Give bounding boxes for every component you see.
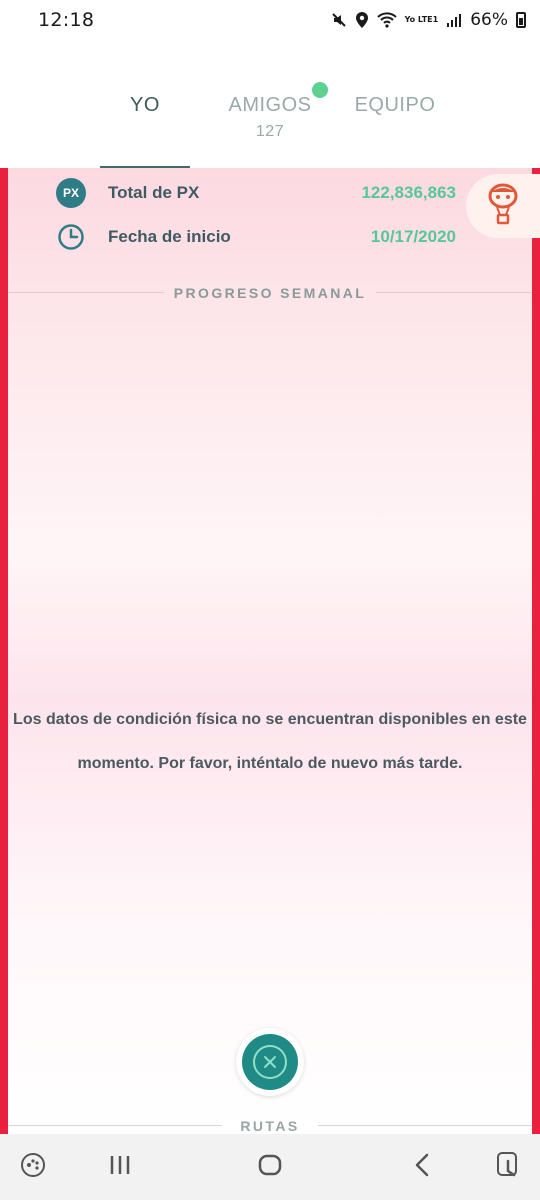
start-date-label: Fecha de inicio [108, 227, 231, 246]
start-date-row: Fecha de inicio 10/17/2020 [56, 222, 456, 252]
tab-amigos[interactable]: AMIGOS 127 [212, 94, 328, 141]
close-icon [253, 1045, 287, 1079]
close-button[interactable] [236, 1028, 304, 1096]
signal-icon [446, 12, 462, 28]
profile-content[interactable]: PX Total de PX 122,836,863 Fecha de inic… [0, 168, 540, 1134]
start-date-value: 10/17/2020 [370, 227, 456, 246]
network-label: Yo LTE1 [404, 15, 439, 24]
home-button[interactable] [253, 1152, 287, 1182]
location-icon [355, 11, 369, 29]
status-time: 12:18 [38, 9, 95, 31]
tab-equipo-label: EQUIPO [354, 94, 436, 116]
xp-value: 122,836,863 [361, 183, 456, 202]
gesture-hint-button[interactable] [492, 1151, 526, 1184]
battery-percent: 66% [470, 10, 508, 30]
friends-count: 127 [255, 123, 285, 140]
recent-apps-icon [108, 1154, 132, 1181]
tab-yo[interactable]: YO [100, 94, 190, 117]
home-icon [258, 1153, 282, 1182]
close-button-inner [242, 1034, 298, 1090]
total-xp-row: PX Total de PX 122,836,863 [56, 178, 456, 208]
back-button[interactable] [405, 1152, 439, 1182]
xp-icon: PX [56, 178, 86, 208]
weekly-progress-title: PROGRESO SEMANAL [0, 285, 540, 303]
tab-equipo[interactable]: EQUIPO [345, 94, 445, 117]
gamepad-icon [19, 1151, 47, 1184]
game-launcher-button[interactable] [16, 1152, 50, 1182]
xp-label: Total de PX [108, 183, 200, 202]
mute-icon [331, 12, 347, 28]
team-border-left [0, 168, 8, 1134]
status-icons: Yo LTE1 66% [331, 10, 526, 30]
balloon-icon [485, 182, 521, 231]
touch-icon [496, 1151, 522, 1184]
routes-section[interactable]: RUTAS [0, 1118, 540, 1134]
clock-icon [56, 222, 86, 252]
routes-label: RUTAS [222, 1118, 318, 1134]
weekly-progress-label: PROGRESO SEMANAL [163, 285, 377, 301]
battery-icon [516, 12, 526, 28]
status-bar: 12:18 Yo LTE1 66% [0, 0, 540, 40]
tab-amigos-label: AMIGOS [228, 94, 312, 116]
back-icon [413, 1153, 431, 1182]
system-nav-bar [0, 1134, 540, 1200]
team-border-right [532, 168, 540, 1134]
tab-yo-label: YO [130, 94, 160, 116]
notification-dot [312, 82, 328, 98]
profile-tabs: YO AMIGOS 127 EQUIPO [0, 40, 540, 169]
balloon-button[interactable] [466, 174, 540, 238]
wifi-icon [376, 12, 397, 28]
fitness-unavailable-message: Los datos de condición física no se encu… [13, 711, 527, 772]
recent-apps-button[interactable] [103, 1152, 137, 1182]
